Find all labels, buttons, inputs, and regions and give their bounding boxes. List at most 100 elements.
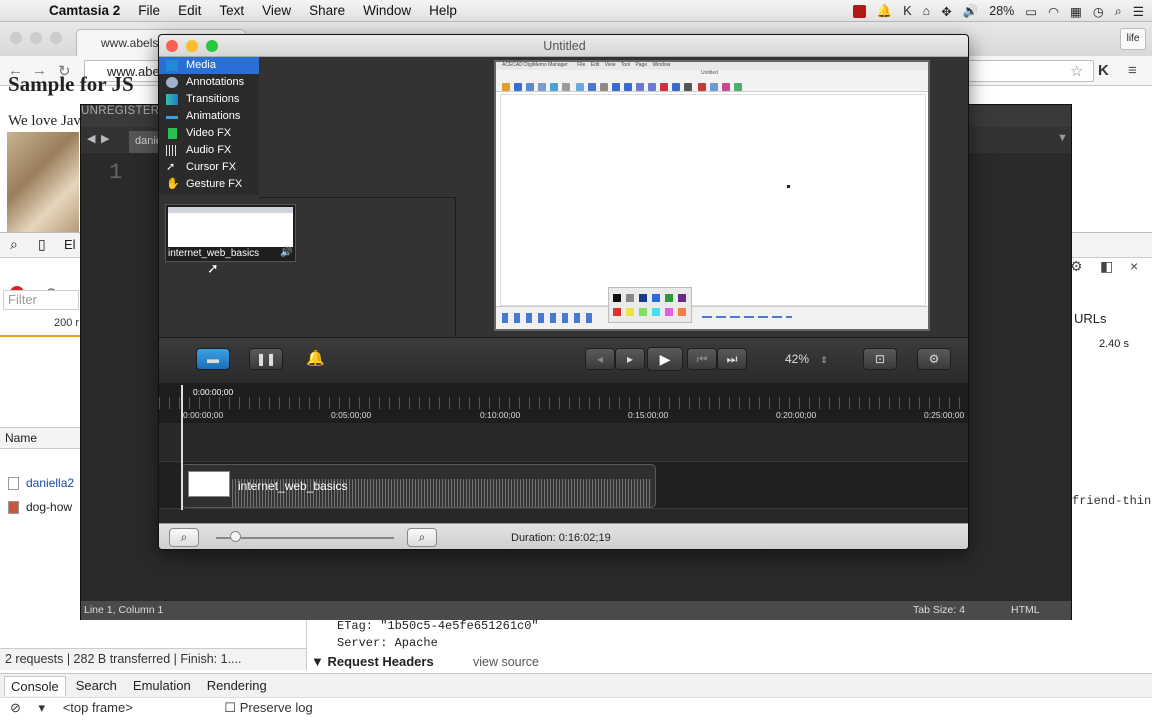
zoom-in-button[interactable]: ⌕ bbox=[407, 528, 437, 547]
color-swatch bbox=[678, 308, 686, 316]
zoom-out-button[interactable]: ⌕ bbox=[169, 528, 199, 547]
playhead[interactable] bbox=[181, 385, 183, 510]
menu-icon[interactable]: ≡ bbox=[1128, 62, 1137, 79]
timeline-ruler[interactable]: 0:00:00;00 0:00:00;00 0:05:00;00 0:10:00… bbox=[159, 383, 968, 423]
zoom-slider-knob[interactable] bbox=[230, 531, 241, 542]
step-forward-button[interactable]: ▸ bbox=[615, 348, 645, 370]
sidebar-item-gesture-fx[interactable]: ✋ Gesture FX bbox=[159, 176, 259, 193]
sidebar-label: Transitions bbox=[186, 93, 240, 105]
media-clip[interactable]: internet_web_basics 🔊 bbox=[165, 204, 296, 262]
page-heading: Sample for JS bbox=[8, 72, 134, 96]
settings-gear-button[interactable]: ⚙ bbox=[917, 348, 951, 370]
record-screen-button[interactable]: ▬ bbox=[196, 348, 230, 370]
minimize-button[interactable] bbox=[186, 40, 198, 52]
browser-min-button[interactable] bbox=[30, 32, 42, 44]
zoom-slider-track[interactable] bbox=[216, 537, 394, 539]
extension-icon[interactable]: K bbox=[1098, 62, 1109, 79]
console-clear-icon[interactable]: ⊘ bbox=[10, 700, 21, 715]
window-title: Untitled bbox=[159, 35, 968, 57]
canvas-preview[interactable]: ACECAD DigiMemo Manager File Edit View T… bbox=[494, 60, 930, 331]
play-button[interactable]: ▶ bbox=[647, 347, 683, 371]
flag-icon[interactable]: ▦ bbox=[1070, 4, 1082, 19]
color-palette bbox=[608, 287, 692, 323]
console-filter-icon[interactable]: ▾ bbox=[39, 700, 46, 715]
step-back-button[interactable]: ◂ bbox=[585, 348, 615, 370]
crop-button[interactable]: ⊡ bbox=[863, 348, 897, 370]
network-row[interactable]: daniella2 bbox=[0, 472, 80, 496]
tab-console[interactable]: Console bbox=[4, 675, 66, 696]
preserve-log-checkbox[interactable]: ☐ bbox=[224, 700, 236, 715]
volume-icon[interactable]: 🔊 bbox=[963, 4, 979, 19]
network-filter-input[interactable]: Filter bbox=[3, 290, 79, 310]
tab-emulation[interactable]: Emulation bbox=[127, 676, 197, 695]
tab-size[interactable]: Tab Size: 4 bbox=[913, 604, 965, 616]
timeline-clip[interactable]: internet_web_basics bbox=[181, 464, 656, 508]
menu-help[interactable]: Help bbox=[420, 3, 466, 18]
close-icon[interactable]: × bbox=[1130, 258, 1138, 274]
zoom-button[interactable] bbox=[206, 40, 218, 52]
mac-menubar: Camtasia 2 File Edit Text View Share Win… bbox=[0, 0, 1152, 22]
menu-text[interactable]: Text bbox=[210, 3, 253, 18]
timing-value: 2.40 s bbox=[1099, 338, 1129, 350]
list-icon[interactable]: ☰ bbox=[1133, 4, 1144, 19]
zoom-level-select[interactable]: 42% ⇕ bbox=[785, 352, 828, 366]
browser-close-button[interactable] bbox=[10, 32, 22, 44]
menu-app-name[interactable]: Camtasia 2 bbox=[40, 3, 129, 18]
sidebar-item-animations[interactable]: Animations bbox=[159, 108, 259, 125]
menu-edit[interactable]: Edit bbox=[169, 3, 210, 18]
devtools-elements-tab[interactable]: El bbox=[64, 237, 76, 252]
previous-marker-button[interactable]: ⏮ bbox=[687, 348, 717, 370]
menu-view[interactable]: View bbox=[253, 3, 300, 18]
clock-icon[interactable]: ◷ bbox=[1093, 4, 1104, 19]
browser-max-button[interactable] bbox=[50, 32, 62, 44]
wifi-icon[interactable]: ◠ bbox=[1048, 4, 1059, 19]
device-icon[interactable]: ▯ bbox=[38, 236, 46, 253]
inspect-search-icon[interactable]: ⌕ bbox=[10, 236, 18, 253]
request-headers-toggle[interactable]: ▼ Request Headers bbox=[311, 654, 434, 669]
battery-icon[interactable]: ▭ bbox=[1025, 4, 1037, 19]
sidebar-item-video-fx[interactable]: Video FX bbox=[159, 125, 259, 142]
battery-percent[interactable]: 28% bbox=[989, 4, 1014, 18]
sidebar-label: Audio FX bbox=[186, 144, 232, 156]
language-mode[interactable]: HTML bbox=[1011, 604, 1040, 616]
tab-search[interactable]: Search bbox=[70, 676, 123, 695]
notification-icon[interactable]: 🔔 bbox=[877, 4, 893, 19]
notification-bell-icon[interactable]: 🔔 bbox=[306, 349, 325, 367]
pause-button[interactable]: ❚❚ bbox=[249, 348, 283, 370]
profile-button[interactable]: life bbox=[1120, 28, 1146, 50]
next-marker-button[interactable]: ⏭ bbox=[717, 348, 747, 370]
nav-forward-icon[interactable]: ▶ bbox=[101, 132, 109, 145]
headers-panel: ETag: "1b50c5-4e5fe651261c0" Server: Apa… bbox=[306, 617, 1072, 670]
spotlight-search-icon[interactable]: ⌕ bbox=[1115, 4, 1122, 19]
k-icon[interactable]: K bbox=[903, 4, 911, 18]
frame-select[interactable]: <top frame> bbox=[63, 700, 133, 715]
sidebar-item-annotations[interactable]: Annotations bbox=[159, 74, 259, 91]
preview-menu-item: Edit bbox=[590, 62, 600, 68]
audio-fx-icon bbox=[166, 145, 178, 156]
menu-share[interactable]: Share bbox=[300, 3, 354, 18]
editor-file-tab[interactable]: danie bbox=[129, 131, 161, 153]
chevron-down-icon[interactable]: ▼ bbox=[1057, 132, 1068, 144]
view-source-link[interactable]: view source bbox=[473, 655, 539, 669]
name-column-header[interactable]: Name bbox=[0, 427, 80, 449]
redo-icon bbox=[624, 83, 632, 91]
cursor-position: Line 1, Column 1 bbox=[84, 604, 164, 616]
record-icon[interactable] bbox=[852, 4, 866, 18]
bookmark-star-icon[interactable]: ☆ bbox=[1070, 62, 1083, 80]
sidebar-item-media[interactable]: Media bbox=[159, 57, 259, 74]
close-button[interactable] bbox=[166, 40, 178, 52]
media-panel: Media Annotations Transitions Animations… bbox=[159, 57, 456, 337]
nav-back-icon[interactable]: ◀ bbox=[87, 132, 95, 145]
delete-icon bbox=[660, 83, 668, 91]
home-icon[interactable]: ⌂ bbox=[923, 4, 931, 18]
dock-icon[interactable]: ◧ bbox=[1100, 258, 1113, 275]
sidebar-item-transitions[interactable]: Transitions bbox=[159, 91, 259, 108]
sidebar-item-cursor-fx[interactable]: ➚ Cursor FX bbox=[159, 159, 259, 176]
menu-file[interactable]: File bbox=[129, 3, 169, 18]
move-icon[interactable]: ✥ bbox=[941, 4, 951, 19]
sidebar-item-audio-fx[interactable]: Audio FX bbox=[159, 142, 259, 159]
color-swatch bbox=[665, 294, 673, 302]
network-row[interactable]: dog-how bbox=[0, 496, 80, 520]
menu-window[interactable]: Window bbox=[354, 3, 420, 18]
tab-rendering[interactable]: Rendering bbox=[201, 676, 273, 695]
